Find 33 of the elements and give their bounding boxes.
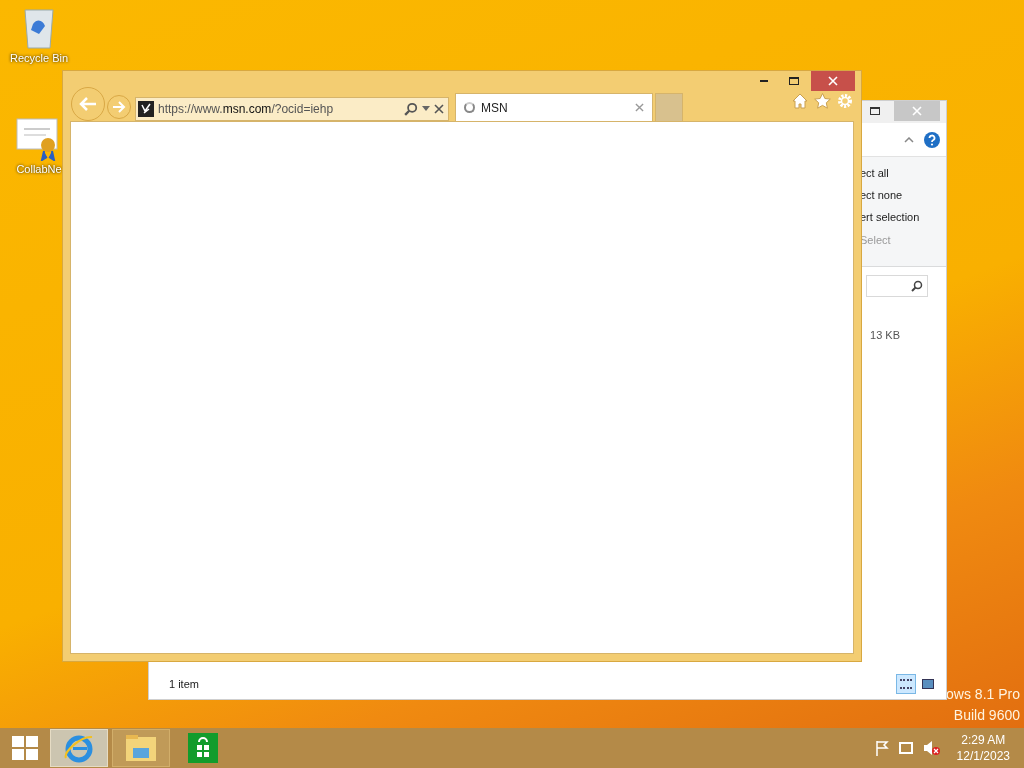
right-arrow-icon	[112, 101, 126, 113]
stop-icon[interactable]	[434, 104, 444, 114]
taskbar-app-button[interactable]	[50, 729, 108, 767]
search-icon	[911, 280, 923, 292]
browser-tab[interactable]: MSN	[455, 93, 653, 121]
help-icon[interactable]	[924, 131, 940, 148]
collapse-ribbon-icon[interactable]	[904, 136, 914, 143]
file-size-text: 13 KB	[870, 328, 900, 341]
status-text: 1 item	[169, 676, 199, 692]
favorites-star-icon[interactable]	[814, 93, 831, 109]
left-arrow-icon	[78, 96, 98, 112]
details-view-button[interactable]	[896, 674, 916, 694]
folder-icon	[125, 734, 157, 762]
tab-title: MSN	[481, 99, 509, 117]
close-icon	[912, 106, 922, 116]
ribbon-group-label: Select	[860, 233, 892, 248]
close-icon	[828, 76, 838, 86]
search-icon[interactable]	[404, 102, 418, 116]
muted-speaker-icon[interactable]	[922, 740, 941, 756]
home-icon[interactable]	[792, 93, 808, 109]
edition-text: ows 8.1 Pro	[946, 685, 1020, 704]
network-icon[interactable]	[898, 742, 913, 754]
store-bag-icon	[188, 733, 218, 763]
flag-icon[interactable]	[874, 740, 889, 756]
search-field[interactable]	[866, 275, 928, 297]
address-bar[interactable]: https://www.msn.com/?ocid=iehp	[135, 97, 449, 121]
site-favicon-icon	[138, 101, 154, 117]
recycle-bin-icon	[21, 6, 57, 50]
dropdown-caret-icon[interactable]	[422, 106, 430, 112]
tab-close-icon[interactable]	[635, 103, 644, 112]
url-text: https://www.msn.com/?ocid=iehp	[158, 101, 335, 118]
taskbar-app-button[interactable]	[112, 729, 170, 767]
edition-text: Build 9600	[953, 706, 1020, 725]
